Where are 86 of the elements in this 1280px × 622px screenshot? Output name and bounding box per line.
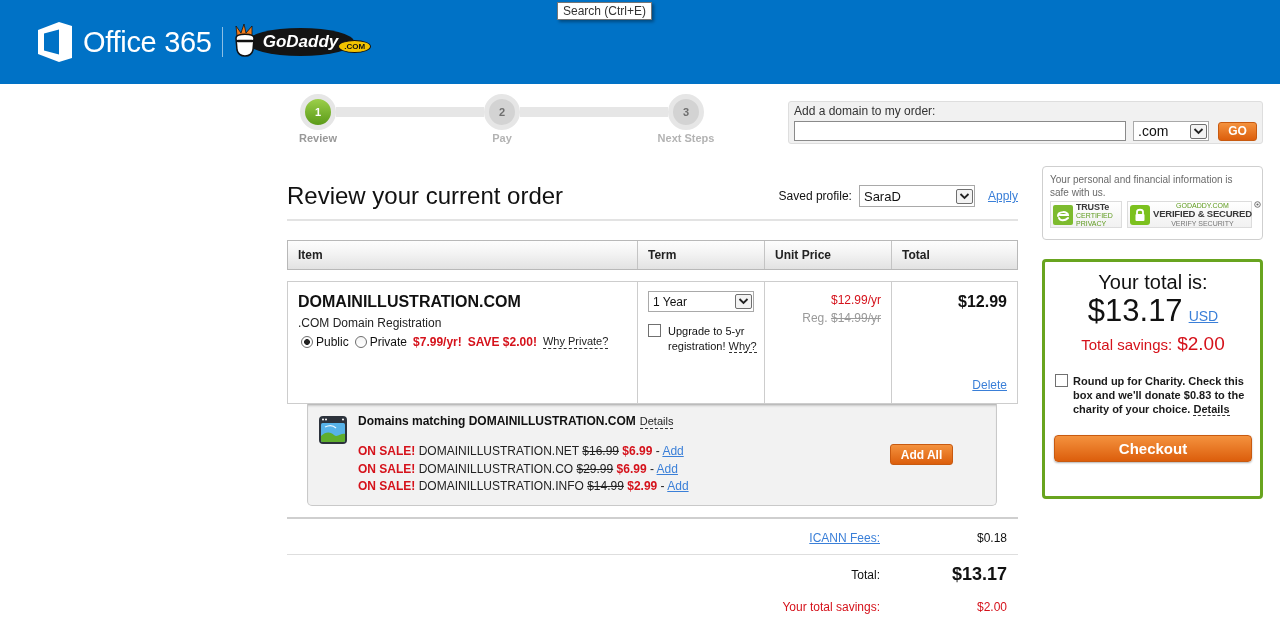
- old-price: $16.99: [582, 444, 619, 458]
- separator-text: -: [649, 461, 654, 476]
- total-amount: $13.17: [1087, 294, 1183, 328]
- saved-profile-label: Saved profile:: [778, 189, 852, 203]
- office-logo-icon: [38, 22, 72, 62]
- fees-link[interactable]: ICANN Fees:: [809, 530, 880, 545]
- apply-link[interactable]: Apply: [987, 189, 1018, 203]
- charity-checkbox[interactable]: [1055, 374, 1068, 387]
- old-price: $14.99: [587, 479, 624, 493]
- domain-input[interactable]: [794, 121, 1127, 141]
- sale-label: ON SALE!: [358, 461, 416, 476]
- suggested-domain: DOMAINILLUSTRATION.INFO: [418, 479, 584, 493]
- product-name: Office 365: [83, 25, 212, 59]
- delete-link[interactable]: Delete: [972, 378, 1007, 393]
- old-price: $29.99: [576, 461, 614, 476]
- add-domain-label: Add a domain to my order:: [794, 104, 937, 119]
- page-title: Review your current order: [287, 182, 564, 210]
- details-link[interactable]: Details: [639, 415, 674, 429]
- why-private-link[interactable]: Why Private?: [542, 335, 609, 349]
- sale-label: ON SALE!: [358, 479, 416, 493]
- sale-price: $2.99: [627, 479, 658, 493]
- savings-label: Your total savings:: [782, 600, 880, 614]
- step-label: Review: [299, 132, 337, 145]
- tooltip: Search (Ctrl+E): [557, 2, 653, 20]
- separator-text: -: [660, 479, 665, 493]
- radio-label: Private: [369, 334, 408, 350]
- total-amount: $13.17: [951, 563, 1007, 584]
- suggested-domain: DOMAINILLUSTRATION.CO: [418, 461, 574, 476]
- product-description: .COM Domain Registration: [298, 315, 443, 332]
- column-header: Total: [891, 241, 1017, 269]
- regular-price-label: Reg.: [802, 311, 828, 325]
- total-heading: Your total is:: [1097, 270, 1209, 294]
- radio-button[interactable]: [354, 336, 367, 348]
- step-indicator: 2: [484, 94, 520, 130]
- suggested-domain: DOMAINILLUSTRATION.NET: [418, 444, 579, 458]
- details-link[interactable]: Details: [1193, 403, 1230, 416]
- fee-amount: $0.18: [976, 530, 1007, 545]
- sale-price: $6.99: [622, 444, 653, 458]
- step-indicator: 1: [300, 94, 336, 130]
- step-indicator: 3: [668, 94, 704, 130]
- sale-price: $6.99: [616, 461, 647, 476]
- logo-suffix: .COM: [338, 40, 372, 53]
- add-link[interactable]: Add: [667, 479, 689, 493]
- step-label: Next Steps: [657, 132, 715, 145]
- savings-amount: $2.00: [976, 600, 1007, 614]
- checkout-button[interactable]: Checkout: [1054, 435, 1252, 462]
- chevron-down-icon: [735, 294, 752, 309]
- why-link[interactable]: Why?: [728, 340, 757, 353]
- savings-label: Total savings:: [1081, 335, 1173, 355]
- badge-title: TRUSTe: [1076, 202, 1111, 212]
- column-header: Term: [637, 241, 764, 269]
- currency-link[interactable]: USD: [1188, 299, 1219, 333]
- regular-price: $14.99/yr: [830, 311, 881, 325]
- term-select[interactable]: 1 Year: [648, 291, 754, 312]
- domain-name: DOMAINILLUSTRATION.COM: [298, 292, 522, 311]
- column-header: Item: [297, 247, 324, 264]
- add-link[interactable]: Add: [662, 444, 684, 458]
- radio-label: Public: [316, 334, 349, 350]
- unit-price: $12.99/yr: [829, 292, 881, 309]
- go-button[interactable]: GO: [1218, 121, 1257, 141]
- private-saving: SAVE $2.00!: [467, 334, 537, 350]
- dot-circle-icon: [1254, 201, 1261, 208]
- column-header: Unit Price: [764, 241, 891, 269]
- tld-select[interactable]: .com: [1133, 121, 1210, 141]
- radio-button[interactable]: [301, 336, 313, 348]
- chevron-down-icon: [955, 188, 973, 204]
- globe-window-icon: [319, 416, 347, 444]
- lock-icon: [1130, 204, 1150, 225]
- seal-icon: [1053, 204, 1073, 225]
- total-label: Total:: [851, 568, 880, 582]
- add-all-button[interactable]: Add All: [890, 444, 953, 465]
- step-label: Pay: [492, 132, 512, 145]
- private-price: $7.99/yr!: [413, 334, 462, 350]
- savings-amount: $2.00: [1177, 333, 1225, 355]
- upgrade-checkbox[interactable]: [648, 324, 661, 337]
- separator-text: -: [655, 444, 660, 458]
- security-text: Your personal and financial information is safe with us.: [1050, 173, 1234, 199]
- matching-title: Domains matching DOMAINILLUSTRATION.COM: [358, 414, 636, 429]
- charity-text: Round up for Charity. Check this box and we'll donate $0.83 to the charity of your choice. Details: [1073, 374, 1246, 416]
- chevron-down-icon: [1190, 123, 1208, 139]
- row-total: $12.99: [958, 292, 1007, 311]
- sale-label: ON SALE!: [358, 444, 416, 458]
- add-link[interactable]: Add: [656, 461, 678, 476]
- badge-title: VERIFIED & SECURED: [1153, 209, 1252, 220]
- profile-select[interactable]: SaraD: [858, 185, 975, 207]
- upgrade-text: Upgrade to 5-yr registration! Why?: [668, 324, 758, 354]
